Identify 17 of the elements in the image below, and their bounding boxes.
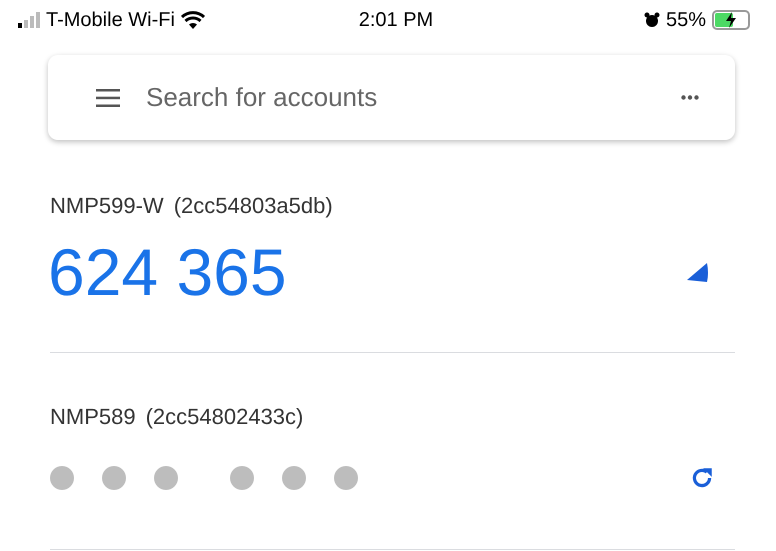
account-id: (2cc54802433c) [146, 402, 304, 430]
wifi-icon [180, 11, 205, 29]
more-icon[interactable] [681, 95, 699, 100]
search-field[interactable]: Search for accounts [146, 78, 681, 117]
battery-icon [712, 10, 750, 30]
account-id: (2cc54803a5db) [174, 192, 333, 220]
carrier: T-Mobile Wi-Fi [46, 8, 175, 33]
timer-icon [687, 262, 709, 282]
menu-icon[interactable] [96, 88, 120, 106]
clock: 2:01 PM [358, 8, 434, 33]
signal-icon [18, 12, 40, 28]
alarm-icon [644, 12, 660, 28]
account-name: NMP599-W [50, 192, 164, 220]
code: 624 365 [48, 234, 287, 311]
search-bar[interactable]: Search for accounts [48, 55, 735, 140]
battery-percent: 55% [666, 8, 706, 33]
account-name: NMP589 [50, 402, 136, 430]
